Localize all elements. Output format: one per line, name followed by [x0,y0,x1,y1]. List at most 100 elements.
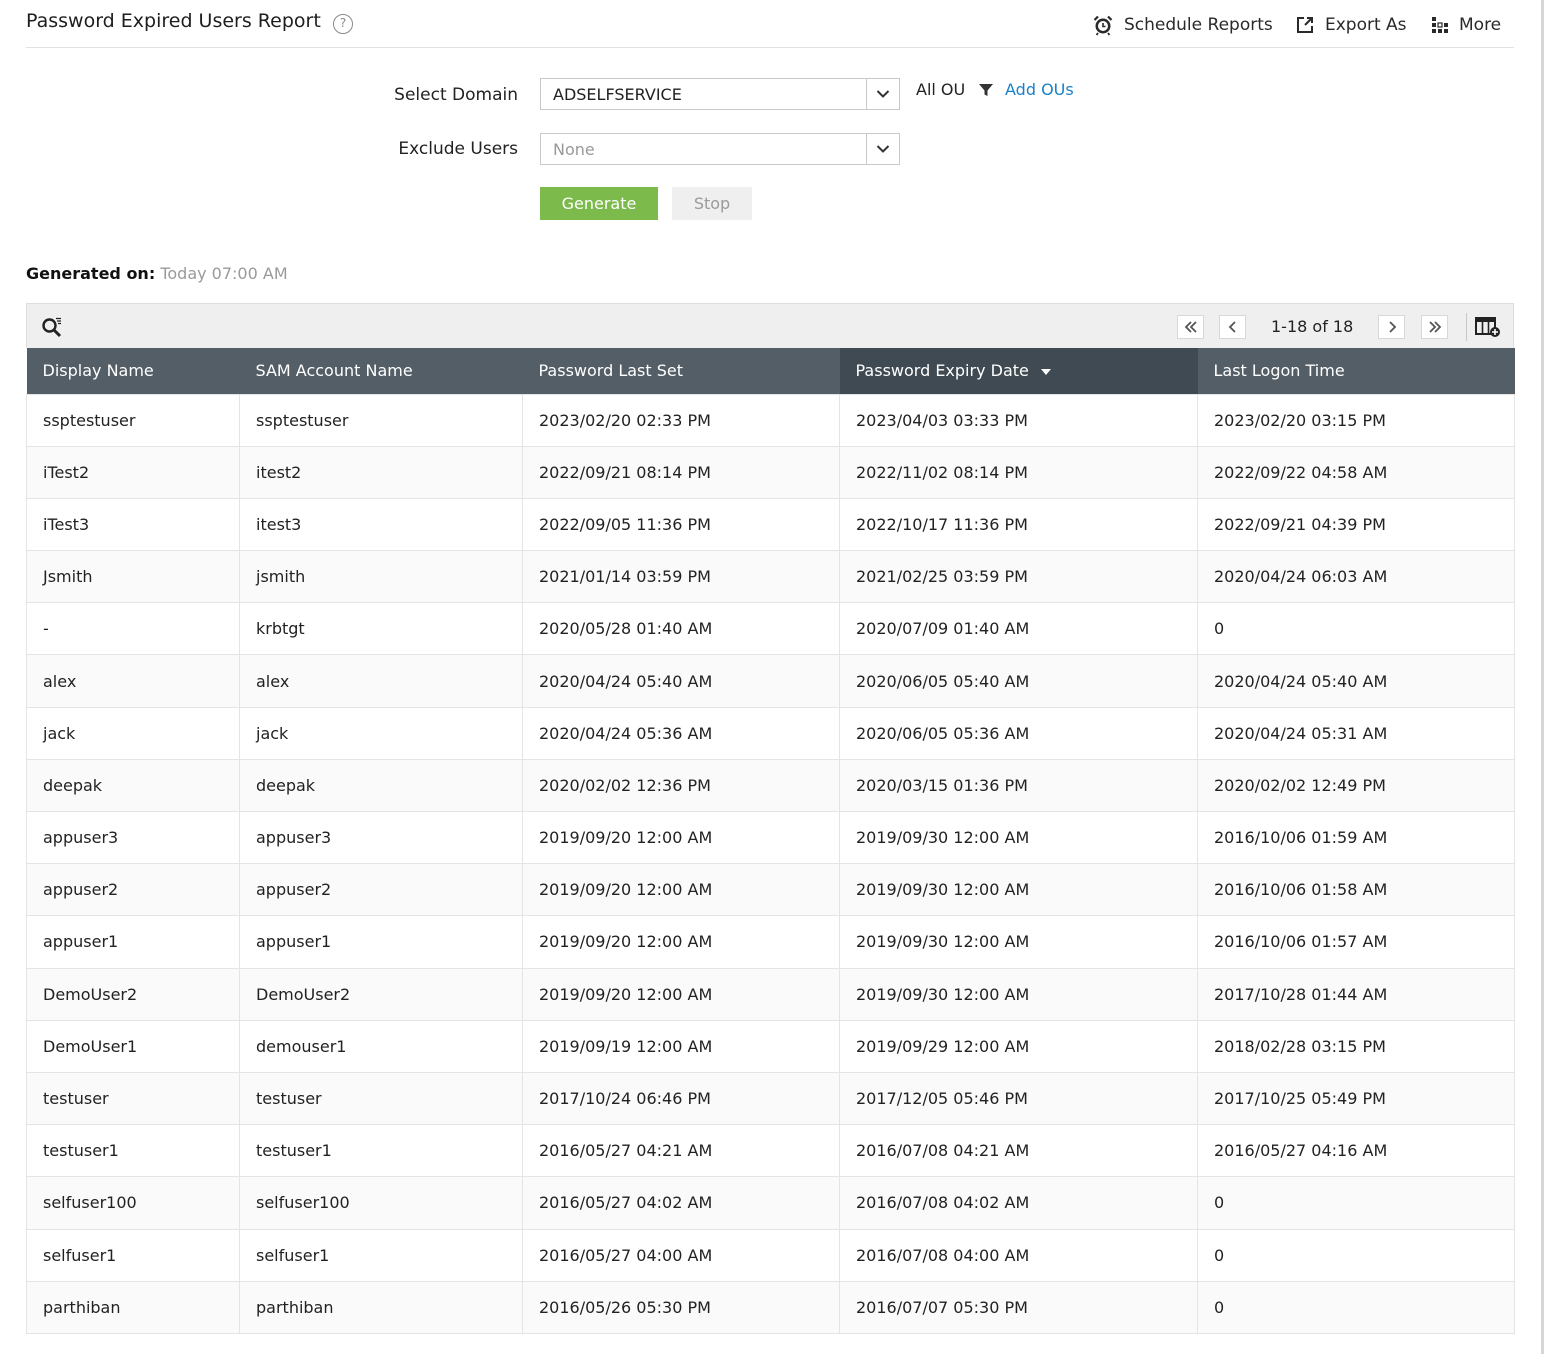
cell-password-last-set: 2020/05/28 01:40 AM [522,602,840,656]
column-header-sam-account-name[interactable]: SAM Account Name [239,348,523,394]
stop-button[interactable]: Stop [672,187,752,220]
next-page-button[interactable] [1378,315,1405,339]
table-row[interactable]: iTest2 itest2 2022/09/21 08:14 PM 2022/11/0… [26,445,1515,499]
cell-display-name: appuser2 [26,863,240,917]
cell-last-logon-time: 2016/10/06 01:58 AM [1197,863,1515,917]
cell-sam-account-name: selfuser100 [239,1176,523,1230]
column-header-display-name[interactable]: Display Name [26,348,240,394]
cell-last-logon-time: 0 [1197,1228,1515,1282]
schedule-reports-button[interactable]: Schedule Reports [1092,13,1273,37]
all-ou-label: All OU [916,80,966,99]
table-row[interactable]: selfuser100 selfuser100 2016/05/27 04:02 A… [26,1176,1515,1230]
cell-display-name: appuser1 [26,915,240,969]
table-row[interactable]: Jsmith jsmith 2021/01/14 03:59 PM 2021/02/2… [26,550,1515,604]
cell-sam-account-name: appuser3 [239,810,523,865]
double-chevron-right-icon [1428,321,1441,333]
table-header-row: Display Name SAM Account Name Password L… [26,348,1515,394]
table-row[interactable]: testuser1 testuser1 2016/05/27 04:21 AM 201… [26,1124,1515,1178]
search-icon[interactable] [41,316,63,338]
table-row[interactable]: appuser1 appuser1 2019/09/20 12:00 AM 2019/… [26,915,1515,969]
column-header-last-logon-time[interactable]: Last Logon Time [1197,348,1515,394]
cell-last-logon-time: 0 [1197,1176,1515,1230]
export-as-button[interactable]: Export As [1295,13,1407,37]
cell-password-expiry-date: 2020/03/15 01:36 PM [839,758,1198,813]
cell-sam-account-name: parthiban [239,1280,523,1334]
cell-display-name: iTest3 [26,497,240,552]
domain-select[interactable]: ADSELFSERVICE [540,78,900,110]
cell-display-name: selfuser1 [26,1228,240,1282]
add-column-icon[interactable] [1475,316,1501,338]
cell-last-logon-time: 2016/05/27 04:16 AM [1197,1124,1515,1178]
first-page-button[interactable] [1177,315,1204,339]
table-row[interactable]: selfuser1 selfuser1 2016/05/27 04:00 AM 201… [26,1228,1515,1282]
cell-display-name: - [26,602,240,656]
more-button[interactable]: More [1431,13,1501,37]
cell-password-last-set: 2021/01/14 03:59 PM [522,550,840,604]
cell-password-last-set: 2022/09/21 08:14 PM [522,445,840,499]
last-page-button[interactable] [1421,315,1448,339]
cell-sam-account-name: testuser1 [239,1124,523,1178]
cell-password-expiry-date: 2019/09/29 12:00 AM [839,1019,1198,1073]
exclude-users-label: Exclude Users [398,139,518,159]
chevron-down-icon[interactable] [866,79,899,109]
column-header-password-last-set[interactable]: Password Last Set [522,348,840,394]
table-row[interactable]: ssptestuser ssptestuser 2023/02/20 02:33 P… [26,393,1515,447]
cell-password-expiry-date: 2019/09/30 12:00 AM [839,863,1198,917]
cell-password-last-set: 2020/04/24 05:36 AM [522,706,840,760]
cell-display-name: DemoUser1 [26,1019,240,1073]
cell-sam-account-name: selfuser1 [239,1228,523,1282]
cell-password-expiry-date: 2020/06/05 05:40 AM [839,654,1198,708]
table-row[interactable]: parthiban parthiban 2016/05/26 05:30 PM 201… [26,1280,1515,1334]
cell-password-last-set: 2019/09/20 12:00 AM [522,810,840,865]
table-row[interactable]: testuser testuser 2017/10/24 06:46 PM 2017/… [26,1071,1515,1126]
cell-last-logon-time: 2017/10/28 01:44 AM [1197,967,1515,1021]
table-toolbar: 1-18 of 18 [26,303,1514,348]
generated-on: Generated on: Today 07:00 AM [26,264,288,283]
report-table: Display Name SAM Account Name Password L… [26,348,1515,1334]
cell-sam-account-name: demouser1 [239,1019,523,1073]
column-header-label: SAM Account Name [255,361,413,381]
exclude-users-select[interactable]: None [540,133,900,165]
table-row[interactable]: DemoUser2 DemoUser2 2019/09/20 12:00 AM 201… [26,967,1515,1021]
cell-display-name: iTest2 [26,445,240,499]
chevron-down-icon[interactable] [866,134,899,164]
table-row[interactable]: appuser2 appuser2 2019/09/20 12:00 AM 2019/… [26,863,1515,917]
cell-password-expiry-date: 2016/07/08 04:21 AM [839,1124,1198,1178]
table-row[interactable]: deepak deepak 2020/02/02 12:36 PM 2020/03/1… [26,758,1515,813]
cell-sam-account-name: appuser1 [239,915,523,969]
generated-on-label: Generated on: [26,264,156,283]
table-row[interactable]: DemoUser1 demouser1 2019/09/19 12:00 AM 201… [26,1019,1515,1073]
add-ous-link[interactable]: Add OUs [1005,80,1074,99]
chevron-left-icon [1228,321,1236,333]
cell-password-expiry-date: 2020/07/09 01:40 AM [839,602,1198,656]
table-row[interactable]: alex alex 2020/04/24 05:40 AM 2020/06/05 05… [26,654,1515,708]
cell-last-logon-time: 2020/02/02 12:49 PM [1197,758,1515,813]
cell-display-name: DemoUser2 [26,967,240,1021]
chevron-right-icon [1388,321,1396,333]
filter-icon[interactable] [978,82,994,98]
table-row[interactable]: appuser3 appuser3 2019/09/20 12:00 AM 2019/… [26,810,1515,865]
help-icon[interactable]: ? [333,14,353,34]
cell-password-last-set: 2019/09/20 12:00 AM [522,863,840,917]
generate-button[interactable]: Generate [540,187,658,220]
cell-display-name: testuser1 [26,1124,240,1178]
column-header-password-expiry-date[interactable]: Password Expiry Date [839,348,1198,394]
cell-password-last-set: 2022/09/05 11:36 PM [522,497,840,552]
cell-sam-account-name: appuser2 [239,863,523,917]
cell-display-name: deepak [26,758,240,813]
previous-page-button[interactable] [1219,315,1246,339]
cell-password-last-set: 2016/05/27 04:21 AM [522,1124,840,1178]
cell-display-name: testuser [26,1071,240,1126]
cell-password-last-set: 2020/02/02 12:36 PM [522,758,840,813]
cell-last-logon-time: 0 [1197,602,1515,656]
cell-sam-account-name: itest3 [239,497,523,552]
cell-password-last-set: 2019/09/20 12:00 AM [522,915,840,969]
toolbar-divider [1466,313,1467,341]
column-header-label: Password Last Set [538,361,684,381]
exclude-users-value: None [553,140,595,159]
table-row[interactable]: iTest3 itest3 2022/09/05 11:36 PM 2022/10/1… [26,497,1515,552]
cell-password-last-set: 2019/09/20 12:00 AM [522,967,840,1021]
cell-sam-account-name: deepak [239,758,523,813]
table-row[interactable]: - krbtgt 2020/05/28 01:40 AM 2020/07/09 01:… [26,602,1515,656]
table-row[interactable]: jack jack 2020/04/24 05:36 AM 2020/06/05 05… [26,706,1515,760]
